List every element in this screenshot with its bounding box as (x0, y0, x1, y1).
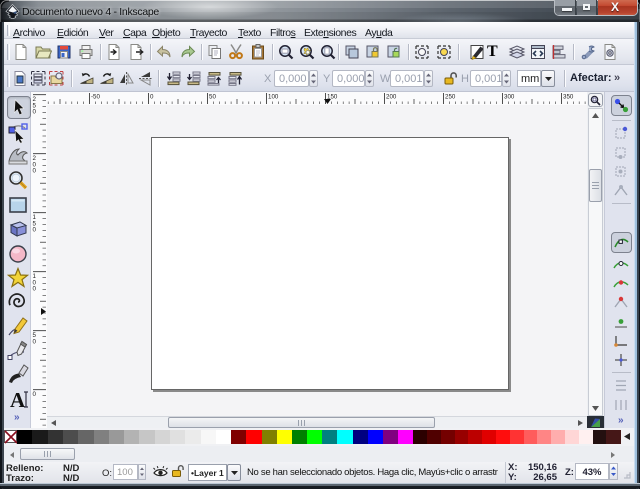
svg-text:200: 200 (386, 94, 397, 101)
svg-text:50: 50 (209, 94, 216, 101)
svg-text:0: 0 (33, 391, 37, 398)
svg-text:300: 300 (504, 94, 515, 101)
svg-text:0: 0 (33, 109, 37, 116)
svg-text:0: 0 (33, 168, 37, 175)
svg-text:350: 350 (563, 94, 574, 101)
svg-text:0: 0 (150, 94, 154, 101)
svg-text:0: 0 (33, 286, 37, 293)
svg-text:0: 0 (33, 227, 37, 234)
svg-text:100: 100 (268, 94, 279, 101)
svg-text:-50: -50 (91, 94, 101, 101)
svg-text:250: 250 (445, 94, 456, 101)
svg-text:A: A (10, 388, 26, 410)
svg-text:0: 0 (33, 338, 37, 345)
